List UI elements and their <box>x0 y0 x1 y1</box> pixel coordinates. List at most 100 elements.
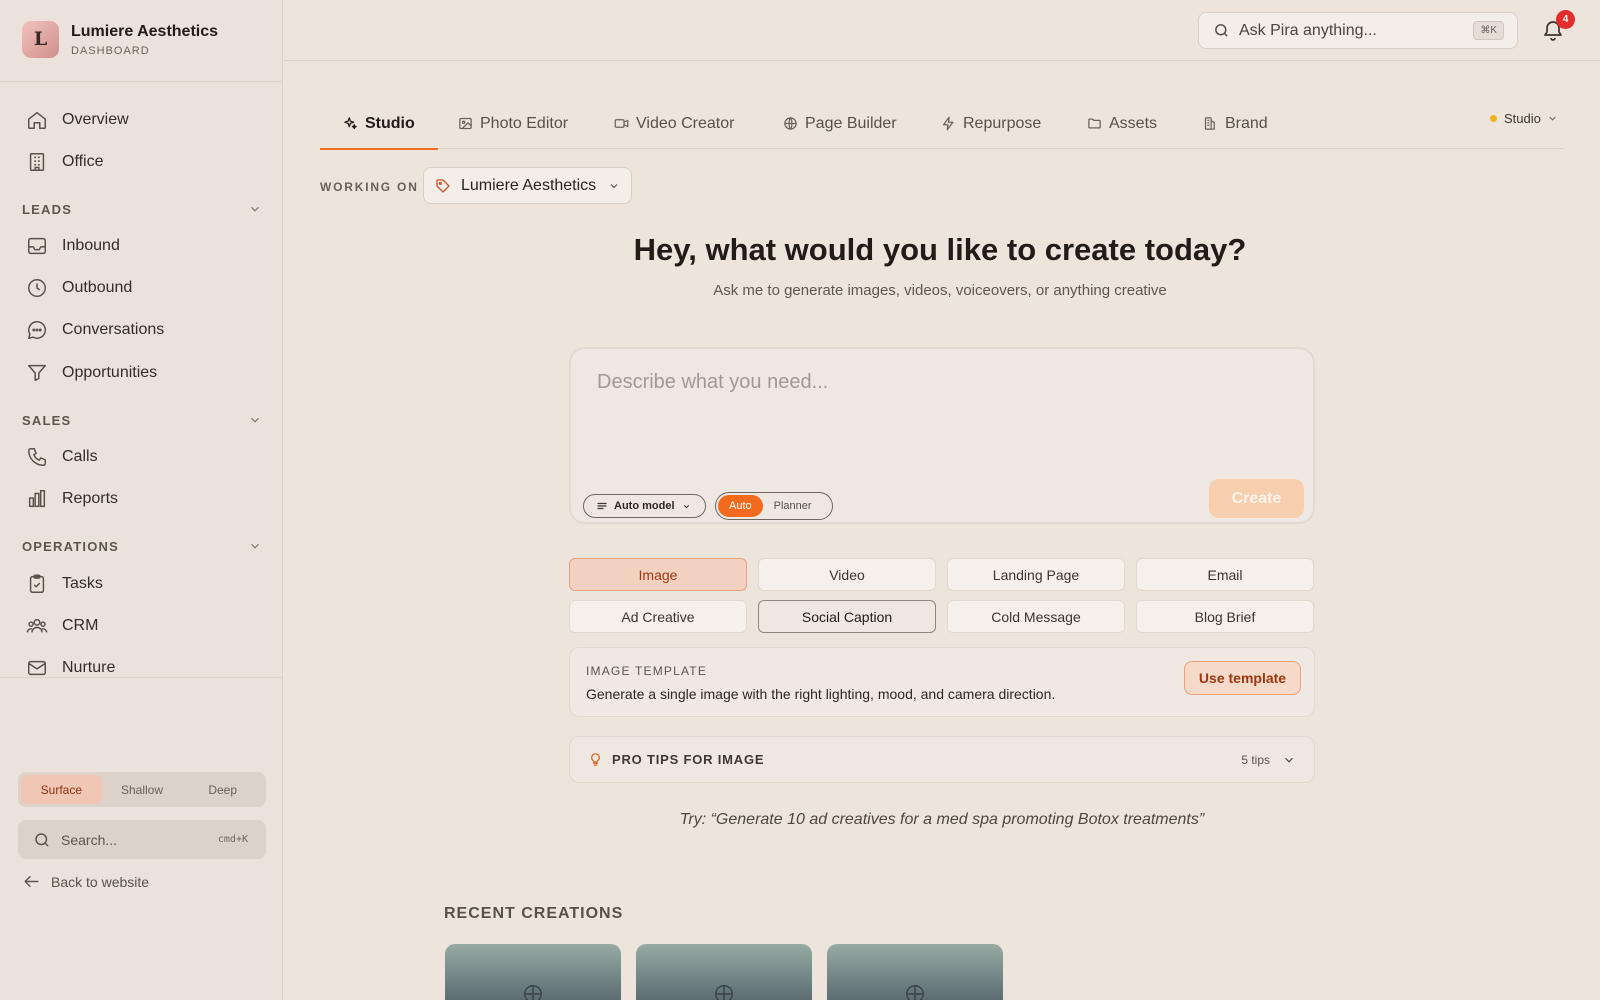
home-icon <box>26 109 48 131</box>
funnel-icon <box>26 362 48 384</box>
section-operations[interactable]: OPERATIONS <box>22 537 262 555</box>
type-chip-image[interactable]: Image <box>569 558 747 591</box>
tab-brand[interactable]: Brand <box>1203 98 1268 149</box>
chevron-down-icon <box>1547 113 1558 124</box>
recent-creation-thumbnail[interactable] <box>827 944 1003 1000</box>
ask-pira-placeholder: Ask Pira anything... <box>1239 21 1377 39</box>
sidebar-item-label: CRM <box>62 617 99 634</box>
depth-option-surface[interactable]: Surface <box>21 775 102 804</box>
notification-count-badge: 4 <box>1556 10 1575 29</box>
tab-video-creator[interactable]: Video Creator <box>614 98 734 149</box>
sidebar-item-label: Inbound <box>62 237 120 254</box>
lightning-icon <box>941 116 956 131</box>
recent-creation-thumbnail[interactable] <box>636 944 812 1000</box>
sidebar-item-inbound[interactable]: Inbound <box>14 228 268 264</box>
sidebar-search-input[interactable]: Search... cmd+K <box>18 820 266 859</box>
search-icon <box>1213 22 1230 39</box>
section-leads[interactable]: LEADS <box>22 200 262 218</box>
pro-tips-count: 5 tips <box>1241 752 1270 767</box>
prompt-input[interactable] <box>597 371 1287 461</box>
sidebar-item-office[interactable]: Office <box>14 144 268 180</box>
sidebar-item-calls[interactable]: Calls <box>14 439 268 475</box>
sidebar-item-label: Office <box>62 153 104 170</box>
ask-pira-search-input[interactable]: Ask Pira anything... ⌘K <box>1198 12 1518 49</box>
recent-creations-title: RECENT CREATIONS <box>444 905 624 922</box>
brand-header[interactable]: L Lumiere Aesthetics DASHBOARD <box>0 0 283 82</box>
video-camera-icon <box>614 116 629 131</box>
create-button[interactable]: Create <box>1209 479 1304 518</box>
clock-icon <box>26 277 48 299</box>
globe-icon <box>713 983 735 1000</box>
page-title: Hey, what would you like to create today… <box>633 232 1247 267</box>
brand-subtitle: DASHBOARD <box>71 45 150 57</box>
tab-page-builder[interactable]: Page Builder <box>783 98 897 149</box>
folder-icon <box>1087 116 1102 131</box>
tab-studio[interactable]: Studio <box>320 98 438 150</box>
studio-mode-dropdown[interactable]: Studio <box>1490 111 1558 126</box>
sparkle-icon <box>343 116 358 131</box>
pro-tips-accordion[interactable]: PRO TIPS FOR IMAGE 5 tips <box>569 736 1315 783</box>
menu-lines-icon <box>596 500 608 512</box>
mail-icon <box>26 657 48 679</box>
sidebar-item-crm[interactable]: CRM <box>14 608 268 644</box>
sidebar-item-reports[interactable]: Reports <box>14 481 268 517</box>
template-caption: IMAGE TEMPLATE <box>586 664 708 678</box>
type-chip-video[interactable]: Video <box>758 558 936 591</box>
sidebar-item-tasks[interactable]: Tasks <box>14 566 268 602</box>
mode-option-planner[interactable]: Planner <box>763 495 823 517</box>
sidebar-divider <box>0 677 283 678</box>
mode-option-auto[interactable]: Auto <box>718 495 763 517</box>
ask-pira-shortcut: ⌘K <box>1473 21 1504 40</box>
image-icon <box>458 116 473 131</box>
arrow-left-icon <box>22 872 41 891</box>
type-chip-cold-message[interactable]: Cold Message <box>947 600 1125 633</box>
sidebar-item-outbound[interactable]: Outbound <box>14 270 268 306</box>
depth-option-shallow[interactable]: Shallow <box>102 775 183 804</box>
chevron-down-icon <box>1282 753 1296 767</box>
globe-icon <box>522 983 544 1000</box>
prompt-composer: Auto model Auto Planner Create <box>569 347 1315 524</box>
tab-label: Photo Editor <box>480 114 569 132</box>
workspace-select[interactable]: Lumiere Aesthetics <box>423 167 632 204</box>
type-chip-landing-page[interactable]: Landing Page <box>947 558 1125 591</box>
depth-option-deep[interactable]: Deep <box>182 775 263 804</box>
sidebar-item-opportunities[interactable]: Opportunities <box>14 355 268 391</box>
status-dot <box>1490 115 1497 122</box>
section-label: OPERATIONS <box>22 538 119 554</box>
users-icon <box>26 615 48 637</box>
back-to-website-link[interactable]: Back to website <box>22 872 149 891</box>
sidebar-item-label: Reports <box>62 490 119 507</box>
brand-icon <box>1203 116 1218 131</box>
use-template-button[interactable]: Use template <box>1184 661 1301 695</box>
sidebar-item-conversations[interactable]: Conversations <box>14 312 268 348</box>
sidebar: L Lumiere Aesthetics DASHBOARD Overview … <box>0 0 283 1000</box>
tab-photo-editor[interactable]: Photo Editor <box>458 98 568 149</box>
tab-label: Repurpose <box>963 114 1042 132</box>
type-chip-social-caption[interactable]: Social Caption <box>758 600 936 633</box>
section-label: SALES <box>22 412 72 428</box>
chevron-down-icon <box>248 413 262 427</box>
model-select-label: Auto model <box>614 500 675 512</box>
tab-repurpose[interactable]: Repurpose <box>941 98 1041 149</box>
tab-label: Studio <box>365 114 415 132</box>
type-chip-blog-brief[interactable]: Blog Brief <box>1136 600 1314 633</box>
type-chip-email[interactable]: Email <box>1136 558 1314 591</box>
brand-name: Lumiere Aesthetics <box>71 23 219 40</box>
sidebar-item-nurture[interactable]: Nurture <box>14 650 268 686</box>
chevron-down-icon <box>248 539 262 553</box>
back-link-label: Back to website <box>51 873 150 890</box>
bar-chart-icon <box>26 488 48 510</box>
model-select[interactable]: Auto model <box>583 494 706 518</box>
sidebar-item-label: Nurture <box>62 659 116 676</box>
sidebar-item-label: Overview <box>62 111 129 128</box>
type-chip-ad-creative[interactable]: Ad Creative <box>569 600 747 633</box>
building-icon <box>26 151 48 173</box>
tab-assets[interactable]: Assets <box>1087 98 1157 149</box>
chevron-down-icon <box>248 202 262 216</box>
sidebar-item-label: Calls <box>62 448 98 465</box>
recent-creation-thumbnail[interactable] <box>445 944 621 1000</box>
studio-mode-label: Studio <box>1504 111 1541 126</box>
sidebar-item-overview[interactable]: Overview <box>14 102 268 138</box>
section-sales[interactable]: SALES <box>22 411 262 429</box>
search-icon <box>33 831 51 849</box>
